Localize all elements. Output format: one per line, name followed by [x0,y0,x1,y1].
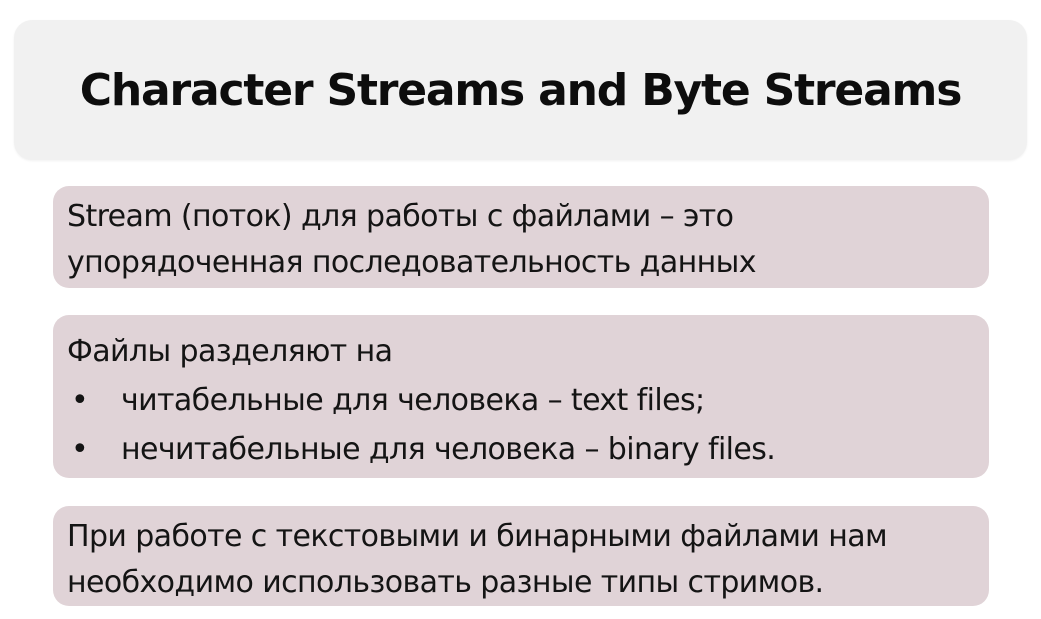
card-text-line: упорядоченная последовательность данных [67,245,756,280]
title-box: Character Streams and Byte Streams [14,20,1027,160]
slide-title: Character Streams and Byte Streams [79,64,963,116]
card-text-line: При работе с текстовыми и бинарными файл… [67,519,888,554]
list-item: • нечитабельные для человека – binary fi… [67,425,989,474]
bullet-icon: • [71,383,89,418]
card-text-line: Stream (поток) для работы с файлами – эт… [67,199,734,234]
bullet-icon: • [71,432,89,467]
list-item-text: нечитабельные для человека – binary file… [121,432,776,467]
file-types-card: Файлы разделяют на • читабельные для чел… [53,315,989,478]
list-item-text: читабельные для человека – text files; [121,383,705,418]
card-intro-text: Файлы разделяют на [67,334,393,369]
stream-types-card: При работе с текстовыми и бинарными файл… [53,506,989,606]
stream-definition-card: Stream (поток) для работы с файлами – эт… [53,186,989,288]
card-text-line: необходимо использовать разные типы стри… [67,565,824,600]
list-item: • читабельные для человека – text files; [67,376,989,425]
